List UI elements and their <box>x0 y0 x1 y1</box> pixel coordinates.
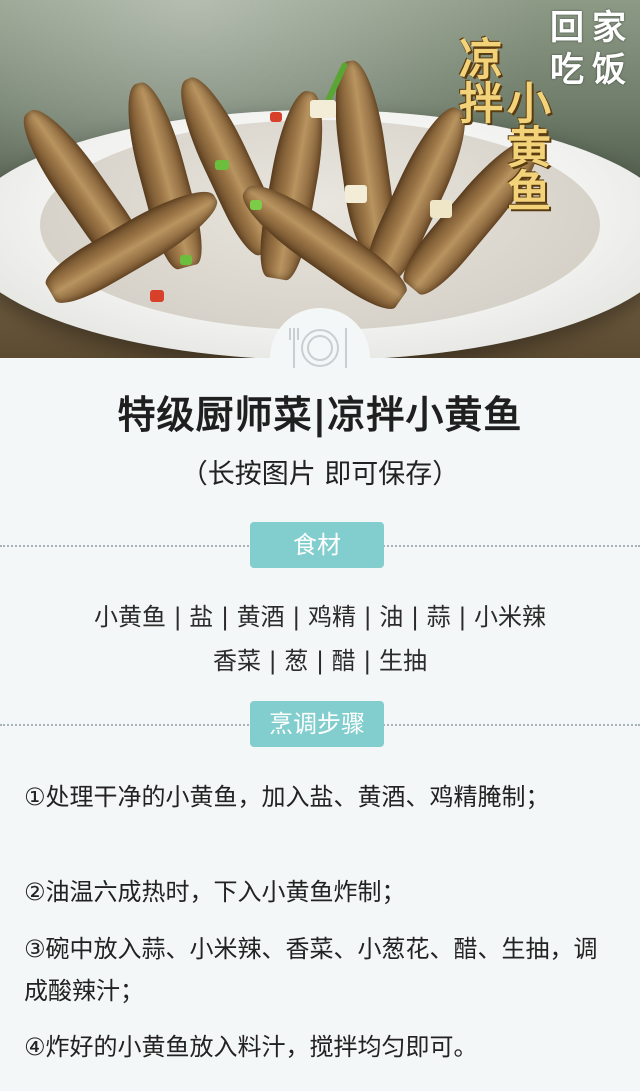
hero-title-liangban: 凉拌 <box>451 36 502 124</box>
ingredients-line-2: 香菜 | 葱 | 醋 | 生抽 <box>212 647 428 675</box>
ingredients-line-1: 小黄鱼 | 盐 | 黄酒 | 鸡精 | 油 | 蒜 | 小米辣 <box>93 603 547 631</box>
step-3: ③碗中放入蒜、小米辣、香菜、小葱花、醋、生抽，调成酸辣汁； <box>24 935 598 1005</box>
scallion-garnish <box>215 160 229 170</box>
chili-garnish <box>270 112 282 122</box>
chili-garnish <box>150 290 164 302</box>
logo-char: 回 <box>550 8 584 48</box>
garlic-garnish <box>310 100 336 118</box>
hero-photo: 凉拌 小黄鱼 回 家 吃 饭 <box>0 0 640 358</box>
logo: 回 家 吃 饭 <box>548 6 636 98</box>
logo-char: 家 <box>592 8 626 48</box>
garlic-garnish <box>430 200 452 218</box>
hero-title-xiaohuangyu: 小黄鱼 <box>499 80 550 212</box>
save-hint: （长按图片 即可保存） <box>180 459 460 490</box>
scallion-garnish <box>250 200 262 210</box>
logo-char: 吃 <box>550 50 584 90</box>
scallion-garnish <box>180 255 192 265</box>
plate-cutlery-icon <box>289 328 347 368</box>
steps-badge: 烹调步骤 <box>250 701 384 747</box>
step-4: ④炸好的小黄鱼放入料汁，搅拌均匀即可。 <box>24 1033 478 1061</box>
logo-char: 饭 <box>592 50 626 90</box>
ingredients-badge: 食材 <box>250 522 384 568</box>
page-title: 特级厨师菜|凉拌小黄鱼 <box>117 393 523 437</box>
step-2: ②油温六成热时，下入小黄鱼炸制； <box>24 878 406 906</box>
step-1: ①处理干净的小黄鱼，加入盐、黄酒、鸡精腌制； <box>24 783 550 811</box>
garlic-garnish <box>345 185 367 203</box>
